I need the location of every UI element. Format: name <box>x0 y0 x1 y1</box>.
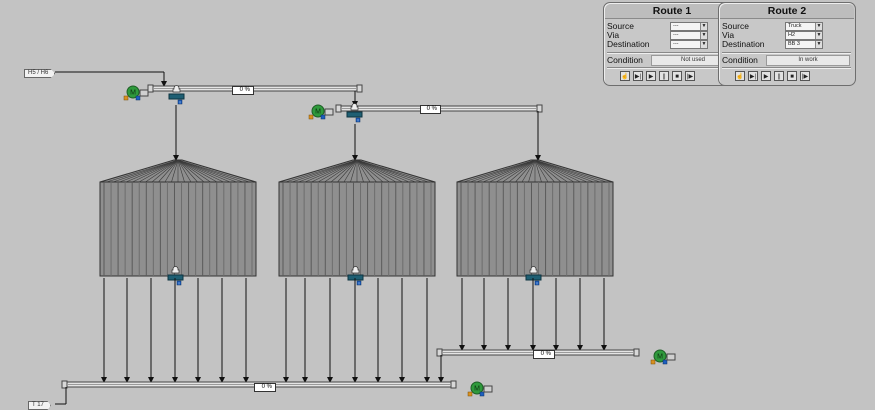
conveyor-4-unit: % <box>266 384 272 390</box>
divider <box>722 67 851 69</box>
intake-tag[interactable]: H5 / H6 <box>24 69 56 78</box>
conveyor-3-percent: 0 % <box>533 350 555 359</box>
route-2-source-select[interactable]: Truck ▼ <box>785 22 823 31</box>
route-2-condition-label: Condition <box>722 55 758 65</box>
outlet-tag[interactable]: T 17 <box>28 401 51 410</box>
route-2-destination-row: Destination BB 3 ▼ <box>722 40 852 49</box>
route-1-play-button[interactable]: ▶ <box>646 71 656 81</box>
route-1-step-button[interactable]: ▶| <box>633 71 643 81</box>
route-1-hand-button[interactable]: ☝ <box>620 71 630 81</box>
route-2-step-button[interactable]: ▶| <box>748 71 758 81</box>
route-2-destination-select[interactable]: BB 3 ▼ <box>785 40 823 49</box>
chevron-down-icon: ▼ <box>700 41 707 48</box>
chevron-down-icon: ▼ <box>700 23 707 30</box>
route-2-title: Route 2 <box>720 4 854 19</box>
route-2-destination-value: BB 3 <box>788 41 800 47</box>
silo-2-body[interactable] <box>278 181 436 277</box>
silo-1-body[interactable] <box>99 181 257 277</box>
valve-1[interactable] <box>168 93 185 100</box>
route-1-destination-label: Destination <box>607 39 650 49</box>
valve-2[interactable] <box>346 111 363 118</box>
conveyor-1-tail <box>356 84 363 93</box>
lock-icon <box>308 114 314 120</box>
route-1-skip-button[interactable]: |▶ <box>685 71 695 81</box>
route-1-source-value: --- <box>673 23 679 29</box>
conveyor-2-tail <box>536 104 543 113</box>
lock-icon <box>650 359 656 365</box>
route-1-source-select[interactable]: --- ▼ <box>670 22 708 31</box>
conveyor-2-unit: % <box>431 106 437 112</box>
route-2-stop-button[interactable]: ■ <box>787 71 797 81</box>
route-2-destination-label: Destination <box>722 39 765 49</box>
route-2-skip-button[interactable]: |▶ <box>800 71 810 81</box>
route-2-panel: Route 2 Source Truck ▼ Via H2 ▼ Destinatio… <box>718 2 856 86</box>
conveyor-3-tail <box>633 348 640 357</box>
conveyor-1-head <box>147 84 154 93</box>
chevron-down-icon: ▼ <box>700 32 707 39</box>
route-1-via-value: --- <box>673 32 679 38</box>
route-2-pause-button[interactable]: || <box>774 71 784 81</box>
divider <box>607 52 736 54</box>
lock-icon <box>467 391 473 397</box>
route-1-stop-button[interactable]: ■ <box>672 71 682 81</box>
gearbox-icon <box>666 353 676 361</box>
conveyor-2-head <box>335 104 342 113</box>
gearbox-icon <box>139 89 149 97</box>
route-1-via-select[interactable]: --- ▼ <box>670 31 708 40</box>
conveyor-4-value: 0 <box>261 384 265 390</box>
route-2-condition-value: In work <box>766 55 850 66</box>
divider <box>722 52 851 54</box>
lock-icon <box>529 266 538 274</box>
route-2-play-button[interactable]: ▶ <box>761 71 771 81</box>
route-1-destination-value: --- <box>673 41 679 47</box>
route-2-hand-button[interactable]: ☝ <box>735 71 745 81</box>
silo-3-body[interactable] <box>456 181 614 277</box>
conveyor-4-head <box>61 380 68 389</box>
chevron-down-icon: ▼ <box>815 32 822 39</box>
route-2-via-select[interactable]: H2 ▼ <box>785 31 823 40</box>
route-2-source-row: Source Truck ▼ <box>722 22 852 31</box>
lock-icon <box>172 85 181 93</box>
info-icon[interactable] <box>479 391 485 397</box>
divider <box>607 67 736 69</box>
route-1-condition-label: Condition <box>607 55 643 65</box>
motor-1-label: M <box>130 90 136 97</box>
info-icon[interactable] <box>662 359 668 365</box>
conveyor-4-tail <box>450 380 457 389</box>
route-1-destination-select[interactable]: --- ▼ <box>670 40 708 49</box>
gearbox-icon <box>483 385 493 393</box>
lock-icon <box>123 95 129 101</box>
conveyor-4-percent: 0 % <box>254 383 276 392</box>
gearbox-icon <box>324 108 334 116</box>
conveyor-1-value: 0 <box>239 87 243 93</box>
info-icon[interactable] <box>320 114 326 120</box>
motor-4-label: M <box>474 386 480 393</box>
chevron-down-icon: ▼ <box>815 23 822 30</box>
lock-icon <box>351 266 360 274</box>
motor-2-label: M <box>315 109 321 116</box>
conveyor-3-unit: % <box>545 351 551 357</box>
conveyor-1-unit: % <box>244 87 250 93</box>
info-icon[interactable] <box>135 95 141 101</box>
route-2-via-value: H2 <box>788 32 796 38</box>
motor-3-label: M <box>657 354 663 361</box>
route-2-source-value: Truck <box>788 23 802 29</box>
conveyor-3-head <box>436 348 443 357</box>
route-1-pause-button[interactable]: || <box>659 71 669 81</box>
conveyor-2-percent: 0 % <box>420 105 441 114</box>
conveyor-1-percent: 0 % <box>232 86 254 95</box>
conveyor-3-value: 0 <box>540 351 544 357</box>
lock-icon <box>350 103 359 111</box>
conveyor-2-value: 0 <box>426 106 430 112</box>
chevron-down-icon: ▼ <box>815 41 822 48</box>
